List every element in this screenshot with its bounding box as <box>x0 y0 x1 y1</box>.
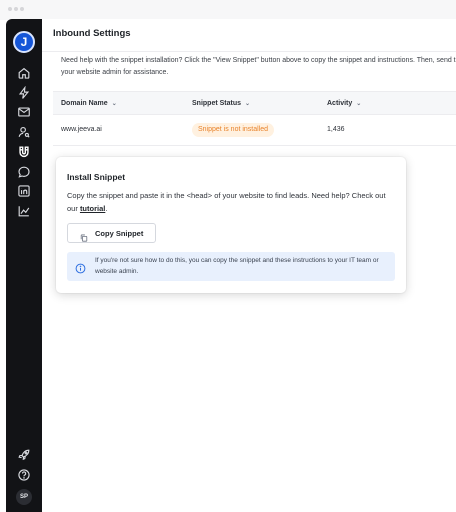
chevron-down-icon: ⌄ <box>111 101 117 107</box>
status-badge: Snippet is not installed <box>192 123 275 137</box>
home-icon[interactable] <box>17 66 31 80</box>
user-search-icon[interactable] <box>17 125 31 139</box>
window-dot <box>20 7 24 11</box>
copy-snippet-button[interactable]: Copy Snippet <box>67 223 156 243</box>
window-dot <box>8 7 12 11</box>
user-avatar[interactable]: SP <box>16 489 32 505</box>
column-header-domain[interactable]: Domain Name ⌄ <box>61 100 117 107</box>
info-icon <box>75 261 86 274</box>
info-callout: If you're not sure how to do this, you c… <box>67 252 395 281</box>
analytics-icon[interactable] <box>17 204 31 218</box>
sidebar: J SP <box>6 19 42 512</box>
domain-cell: www.jeeva.ai <box>61 126 102 133</box>
info-text: If you're not sure how to do this, you c… <box>95 257 379 275</box>
popover-body-text: Copy the snippet and paste it in the <he… <box>67 191 386 213</box>
column-header-label: Activity <box>327 100 353 107</box>
tutorial-link[interactable]: tutorial <box>80 204 105 213</box>
table-row[interactable]: www.jeeva.ai Snippet is not installed 1,… <box>53 116 456 146</box>
popover-title: Install Snippet <box>67 172 126 182</box>
copy-snippet-label: Copy Snippet <box>95 228 144 238</box>
linkedin-icon[interactable] <box>17 184 31 198</box>
popover-body: Copy the snippet and paste it in the <he… <box>67 190 397 215</box>
install-snippet-popover: Install Snippet Copy the snippet and pas… <box>56 157 406 293</box>
popover-body-end: . <box>105 203 108 213</box>
chat-icon[interactable] <box>17 165 31 179</box>
chevron-down-icon: ⌄ <box>245 101 251 107</box>
table-header: Domain Name ⌄ Snippet Status ⌄ Activity … <box>53 91 456 115</box>
chevron-down-icon: ⌄ <box>356 101 362 107</box>
rocket-icon[interactable] <box>17 448 31 462</box>
page-title: Inbound Settings <box>53 28 131 39</box>
header-divider <box>42 51 456 52</box>
column-header-label: Snippet Status <box>192 100 242 107</box>
window-titlebar <box>0 0 456 20</box>
column-header-activity[interactable]: Activity ⌄ <box>327 100 361 107</box>
snippet-help-text: Need help with the snippet installation?… <box>61 57 456 76</box>
column-header-status[interactable]: Snippet Status ⌄ <box>192 100 250 107</box>
mail-icon[interactable] <box>17 105 31 119</box>
activity-cell: 1,436 <box>327 126 345 133</box>
column-header-label: Domain Name <box>61 100 108 107</box>
help-icon[interactable] <box>17 468 31 482</box>
jeeva-logo[interactable]: J <box>13 31 35 53</box>
lightning-icon[interactable] <box>17 86 31 100</box>
window-dot <box>14 7 18 11</box>
copy-icon <box>80 229 88 242</box>
magnet-icon[interactable] <box>17 145 31 159</box>
